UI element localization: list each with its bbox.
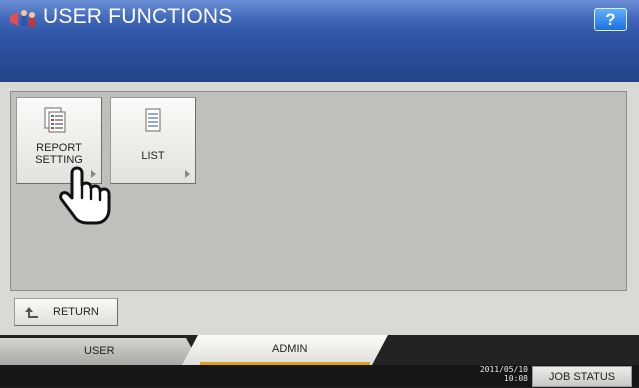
job-status-button[interactable]: JOB STATUS: [532, 366, 632, 387]
expand-arrow-icon: [185, 170, 190, 178]
status-date: 2011/05/10: [479, 365, 528, 374]
tab-admin[interactable]: ADMIN: [182, 335, 388, 365]
tab-admin-label: ADMIN: [272, 343, 308, 355]
report-setting-label-line1: REPORT: [36, 142, 82, 154]
report-setting-icon: [44, 107, 66, 133]
return-button[interactable]: RETURN: [14, 298, 118, 326]
return-arrow-icon: [25, 307, 38, 318]
list-label: LIST: [141, 150, 165, 162]
title-bar: USER FUNCTIONS: [0, 0, 639, 36]
tab-user[interactable]: USER: [0, 338, 201, 365]
help-button[interactable]: ?: [594, 8, 627, 31]
page-title: USER FUNCTIONS: [43, 5, 233, 28]
header-band: [0, 36, 639, 82]
user-functions-icon: [10, 10, 35, 27]
date-time: 2011/05/10 10:08: [448, 365, 528, 383]
return-label: RETURN: [53, 306, 99, 318]
status-time: 10:08: [503, 374, 528, 383]
tab-user-label: USER: [84, 345, 115, 357]
list-button[interactable]: LIST: [110, 97, 196, 184]
pointing-hand-icon: [59, 166, 111, 225]
list-icon: [145, 108, 161, 132]
